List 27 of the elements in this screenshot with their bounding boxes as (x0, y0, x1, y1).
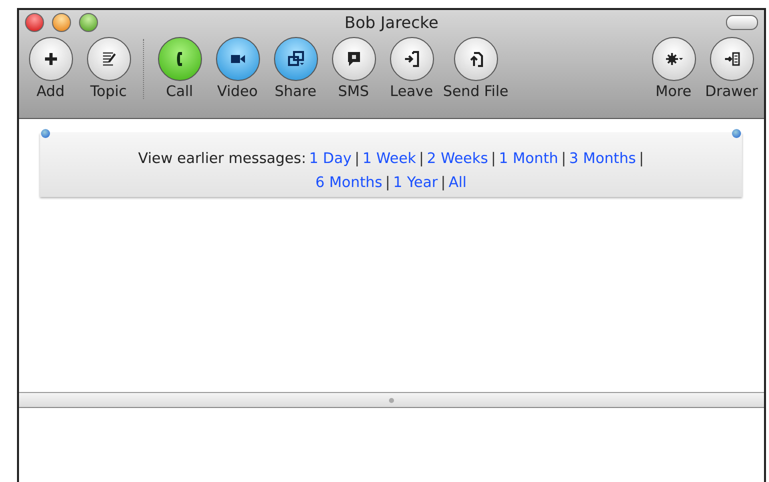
time-range-link[interactable]: 1 Month (498, 151, 558, 167)
separator-mark: | (354, 151, 360, 167)
time-range-link[interactable]: 3 Months (569, 151, 636, 167)
separator-mark: | (419, 151, 424, 167)
share-icon (286, 49, 306, 69)
phone-icon (176, 51, 183, 67)
time-range-link[interactable]: 2 Weeks (426, 151, 488, 167)
time-range-link[interactable]: 1 Year (393, 175, 438, 191)
separator-mark: | (440, 175, 446, 191)
toolbar-toggle-button[interactable] (726, 14, 758, 30)
separator-mark: | (638, 151, 644, 167)
pin-icon (41, 129, 50, 138)
toolbar-button[interactable]: Send File (443, 37, 508, 100)
time-range-link[interactable]: 1 Week (362, 151, 416, 167)
separator-mark: | (561, 151, 566, 167)
minimize-button[interactable] (52, 12, 71, 32)
separator-mark: | (385, 175, 390, 191)
separator-mark: | (491, 151, 496, 167)
window-title: Bob Jarecke (344, 12, 440, 32)
close-button[interactable] (25, 12, 44, 32)
split-handle[interactable] (19, 393, 764, 408)
pin-icon (732, 129, 741, 138)
banner-text: View earlier messages: (138, 151, 306, 167)
time-range-link[interactable]: 6 Months (315, 175, 382, 191)
time-range-link[interactable]: 1 Day (309, 151, 352, 167)
time-range-link[interactable]: All (448, 175, 467, 191)
zoom-button[interactable] (79, 12, 98, 32)
